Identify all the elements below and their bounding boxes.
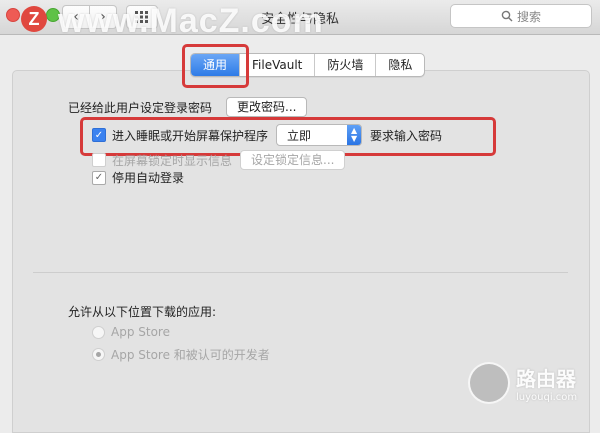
identified-developers-label: App Store 和被认可的开发者 xyxy=(111,348,270,362)
tab-privacy[interactable]: 隐私 xyxy=(375,54,424,76)
highlight-box-tab xyxy=(182,44,249,88)
lock-message-row: 在屏幕锁定时显示信息 设定锁定信息... xyxy=(92,150,346,170)
download-option-app-store[interactable]: App Store xyxy=(92,325,170,339)
app-store-label: App Store xyxy=(111,325,170,339)
corner-watermark: 路由器 luyouqi.com xyxy=(468,362,577,404)
downloads-heading-row: 允许从以下位置下载的应用: xyxy=(68,303,216,320)
password-set-label: 已经给此用户设定登录密码 xyxy=(68,100,213,115)
search-field[interactable]: 搜索 xyxy=(450,4,592,28)
title-bar: Z ‹ › 安全性与隐私 www.MacZ.com 搜索 xyxy=(0,0,600,40)
tab-firewall[interactable]: 防火墙 xyxy=(314,54,375,76)
identified-developers-radio[interactable] xyxy=(92,348,105,361)
z-logo-icon: Z xyxy=(21,6,47,32)
set-lock-message-button[interactable]: 设定锁定信息... xyxy=(240,150,346,170)
corner-watermark-title: 路由器 xyxy=(516,367,576,391)
corner-watermark-url: luyouqi.com xyxy=(516,392,578,403)
auto-login-label: 停用自动登录 xyxy=(112,171,185,185)
password-row: 已经给此用户设定登录密码 更改密码... xyxy=(68,97,308,117)
auto-login-row: ✓ 停用自动登录 xyxy=(92,169,184,186)
app-store-radio[interactable] xyxy=(92,325,105,339)
watermark-text: www.MacZ.com xyxy=(58,2,324,40)
tab-filevault[interactable]: FileVault xyxy=(239,54,314,76)
router-logo-icon xyxy=(468,362,510,404)
section-divider xyxy=(33,272,568,273)
change-password-button[interactable]: 更改密码... xyxy=(226,97,308,117)
download-option-identified[interactable]: App Store 和被认可的开发者 xyxy=(92,346,270,363)
downloads-heading: 允许从以下位置下载的应用: xyxy=(68,305,217,319)
close-window-button[interactable] xyxy=(6,8,20,22)
search-placeholder: 搜索 xyxy=(516,9,541,24)
lock-message-checkbox[interactable] xyxy=(92,153,106,167)
lock-message-label: 在屏幕锁定时显示信息 xyxy=(112,153,233,168)
disable-auto-login-checkbox[interactable]: ✓ xyxy=(92,170,106,185)
search-icon xyxy=(501,10,513,22)
